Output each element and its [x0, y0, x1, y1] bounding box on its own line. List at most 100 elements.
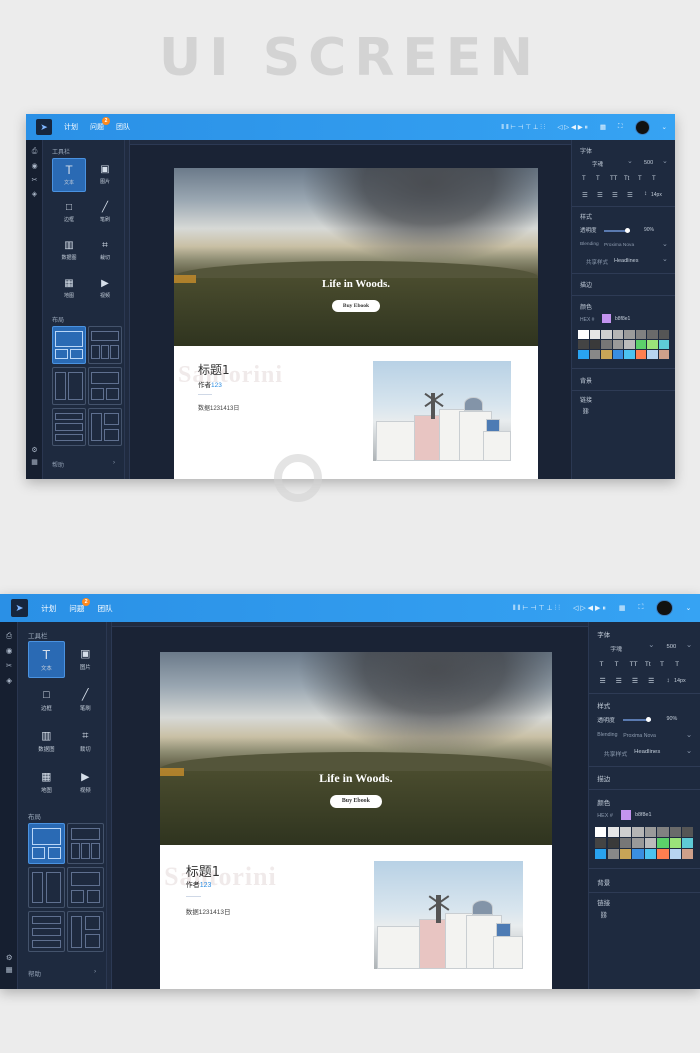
opacity-value[interactable]: 90% [644, 227, 654, 233]
text-style-button[interactable]: T [652, 176, 656, 182]
tool-chart[interactable]: ▥ 数据图 [28, 724, 65, 761]
tool-video[interactable]: ▶ 视频 [67, 765, 104, 802]
text-style-button[interactable]: T [582, 176, 586, 182]
color-swatch[interactable] [647, 330, 658, 339]
layout-option[interactable] [66, 822, 104, 864]
layout-option[interactable] [66, 867, 104, 909]
nav-issues[interactable]: 问题 2 [69, 597, 91, 614]
color-swatch[interactable] [658, 340, 669, 349]
font-family-select[interactable]: 字魂 [592, 160, 603, 168]
avatar[interactable] [634, 119, 650, 135]
text-style-button[interactable]: Tt [624, 176, 629, 182]
color-swatch[interactable] [669, 848, 681, 859]
color-swatch[interactable] [578, 340, 589, 349]
align-icon[interactable]: ☰ [599, 677, 605, 685]
chevron-down-icon[interactable]: ⌄ [686, 730, 692, 739]
color-swatch[interactable] [619, 848, 632, 859]
color-swatch[interactable] [657, 827, 669, 837]
layout-option[interactable] [52, 367, 86, 405]
align-tools-icon[interactable]: ⫴ ⫴ ⊢ ⊣ ⊤ ⊥ ⫶ ⫶ [513, 604, 560, 613]
color-swatch[interactable] [595, 848, 607, 859]
opacity-value[interactable]: 90% [666, 716, 677, 722]
hex-input[interactable]: b8f8e1 [635, 812, 652, 818]
palette-icon[interactable]: ◉ [26, 162, 43, 170]
chevron-down-icon[interactable]: ⌄ [662, 157, 668, 165]
color-swatch[interactable] [624, 340, 635, 349]
nav-team[interactable]: 团队 [97, 603, 112, 614]
tool-border[interactable]: □ 边框 [52, 196, 86, 230]
card-meta[interactable]: 数据1231413日 [186, 906, 231, 916]
color-swatch[interactable] [601, 350, 612, 359]
fullscreen-icon[interactable]: ⛶ [638, 604, 643, 612]
background-section-title[interactable]: 背景 [580, 376, 592, 385]
link-icon[interactable]: ⛓ [582, 408, 590, 415]
buy-ebook-button[interactable]: Buy Ebook [329, 794, 382, 808]
layout-option[interactable] [28, 822, 65, 864]
grid-small-icon[interactable]: ▦ [0, 965, 18, 974]
chevron-down-icon[interactable]: ⌄ [662, 255, 668, 263]
layout-option[interactable] [28, 867, 65, 909]
tool-brush[interactable]: ╱ 笔刷 [88, 196, 122, 230]
font-size-select[interactable]: 500 [666, 644, 676, 650]
align-tools-icon[interactable]: ⫴ ⫴ ⊢ ⊣ ⊤ ⊥ ⫶ ⫶ [501, 123, 545, 132]
canvas[interactable]: Life in Woods. Buy Ebook Santorini 标题1 作… [174, 168, 538, 479]
text-style-button[interactable]: TT [630, 661, 638, 668]
logo-icon[interactable]: ➤ [10, 599, 29, 617]
canvas[interactable]: Life in Woods. Buy Ebook Santorini 标题1 作… [159, 652, 552, 989]
shared-style-select[interactable]: Headlines [634, 749, 660, 755]
logo-icon[interactable]: ➤ [36, 119, 52, 135]
color-swatch[interactable] [644, 838, 657, 848]
align-icon[interactable]: ☰ [616, 677, 622, 685]
color-swatch[interactable] [635, 350, 646, 359]
font-family-select[interactable]: 字魂 [610, 644, 622, 653]
layout-option[interactable] [88, 367, 122, 405]
tool-border[interactable]: □ 边框 [28, 683, 65, 720]
fullscreen-icon[interactable]: ⛶ [618, 123, 623, 131]
layout-option[interactable] [88, 326, 122, 364]
tool-crop[interactable]: ⌗ 裁切 [88, 234, 122, 268]
color-swatch[interactable] [657, 848, 669, 859]
align-icon[interactable]: ☰ [648, 677, 654, 685]
color-swatch[interactable] [624, 330, 635, 339]
card-title[interactable]: 标题1 [198, 361, 230, 378]
settings-icon[interactable]: ⚙ [0, 953, 18, 962]
chevron-down-icon[interactable]: ⌄ [648, 640, 654, 649]
color-swatch[interactable] [601, 340, 612, 349]
line-height-value[interactable]: 14px [674, 678, 686, 684]
tool-text[interactable]: T 文本 [28, 641, 65, 679]
chevron-down-icon[interactable]: ⌄ [686, 640, 692, 649]
color-swatch[interactable] [624, 350, 635, 359]
tool-map[interactable]: ▦ 地图 [52, 272, 86, 306]
color-swatch[interactable] [682, 838, 694, 848]
background-section-title[interactable]: 背景 [597, 877, 610, 887]
color-preview[interactable] [602, 314, 611, 323]
color-swatch[interactable] [632, 838, 644, 848]
align-icon[interactable]: ☰ [627, 191, 633, 199]
tool-text[interactable]: T 文本 [52, 158, 86, 192]
stroke-section-title[interactable]: 描边 [597, 773, 610, 783]
text-style-button[interactable]: T [615, 661, 619, 668]
card-author[interactable]: 作者123 [198, 379, 222, 389]
color-swatch[interactable] [607, 827, 619, 837]
color-swatch[interactable] [632, 827, 644, 837]
tool-image[interactable]: ▣ 图片 [88, 158, 122, 192]
nav-team[interactable]: 团队 [116, 122, 130, 132]
font-size-select[interactable]: 500 [644, 160, 653, 166]
color-swatch[interactable] [589, 330, 600, 339]
layout-option[interactable] [28, 911, 65, 953]
nav-issues[interactable]: 问题 2 [90, 117, 110, 132]
tool-image[interactable]: ▣ 图片 [67, 641, 104, 678]
color-swatch[interactable] [644, 827, 657, 837]
opacity-slider-handle[interactable] [645, 716, 652, 722]
layout-option[interactable] [66, 911, 104, 953]
color-swatch[interactable] [589, 340, 600, 349]
buy-ebook-button[interactable]: Buy Ebook [332, 299, 380, 312]
link-section-title[interactable]: 链接 [597, 897, 610, 907]
align-icon[interactable]: ☰ [597, 191, 603, 199]
blending-select[interactable]: Proxima Nova [604, 243, 634, 248]
card-title[interactable]: 标题1 [186, 861, 220, 880]
grid-small-icon[interactable]: ▦ [26, 458, 43, 466]
link-icon[interactable]: ⛓ [599, 911, 607, 919]
layout-option[interactable] [88, 408, 122, 446]
text-style-button[interactable]: T [675, 661, 679, 668]
